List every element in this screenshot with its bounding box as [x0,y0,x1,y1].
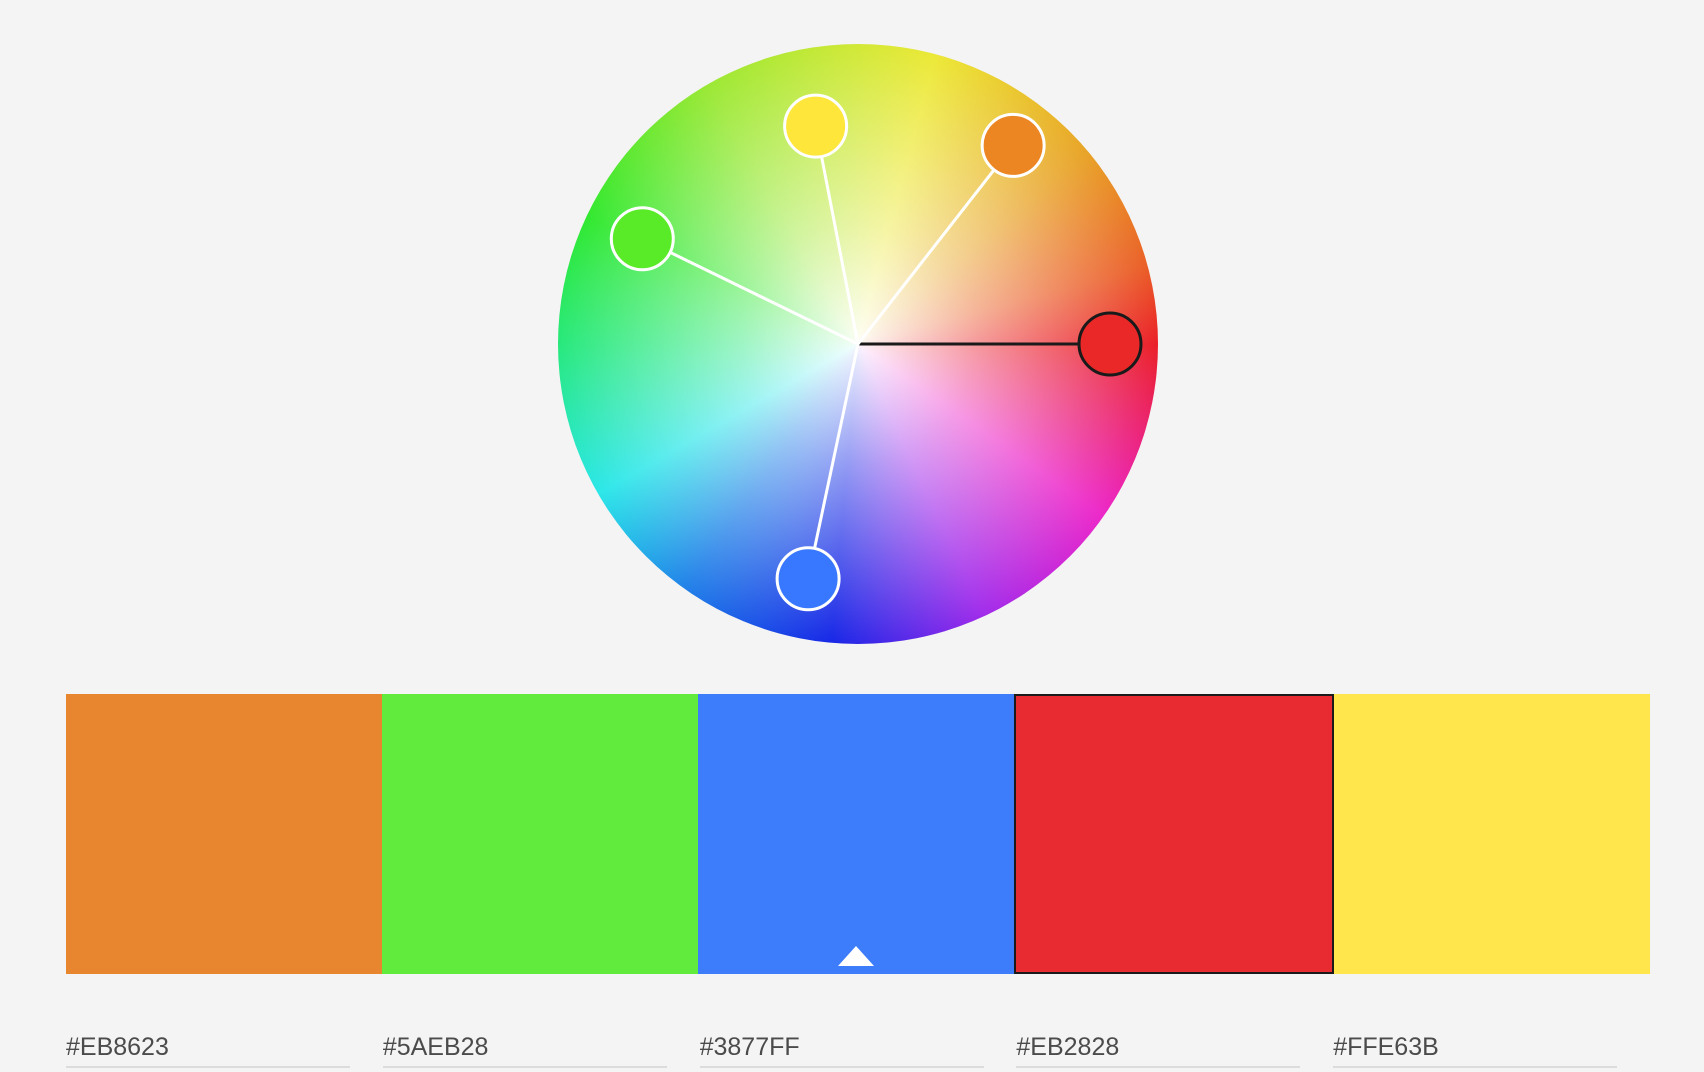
hex-cell-3 [699,1028,1017,1072]
handle-yellow-spoke [820,156,860,345]
swatch-1[interactable] [66,694,382,974]
swatch-3[interactable] [698,694,1014,974]
hex-cell-4 [1016,1028,1333,1072]
handle-orange[interactable] [980,112,1046,178]
hex-cell-2 [382,1028,700,1072]
handle-blue-spoke [813,343,860,549]
color-wheel-page [0,0,1704,1072]
swatch-4[interactable] [1014,694,1334,974]
handle-red[interactable] [1077,311,1143,377]
swatch-5[interactable] [1334,694,1650,974]
handle-green-spoke [669,251,859,346]
handle-green[interactable] [609,206,675,272]
hex-input-1[interactable] [66,1028,350,1068]
hex-value-row [66,1028,1650,1072]
hex-cell-5 [1333,1028,1650,1072]
swatch-strip [66,694,1650,974]
hex-input-4[interactable] [1016,1028,1301,1068]
handle-orange-spoke [856,168,996,345]
handle-blue[interactable] [775,546,841,612]
color-wheel-handles [609,93,1143,612]
swatch-2[interactable] [382,694,698,974]
hex-input-3[interactable] [699,1028,984,1068]
hex-cell-1 [66,1028,383,1072]
triangle-up-icon [838,946,874,966]
hex-input-2[interactable] [382,1028,667,1068]
hex-input-5[interactable] [1333,1028,1618,1068]
handle-yellow[interactable] [783,93,849,159]
color-wheel-container [558,44,1158,644]
